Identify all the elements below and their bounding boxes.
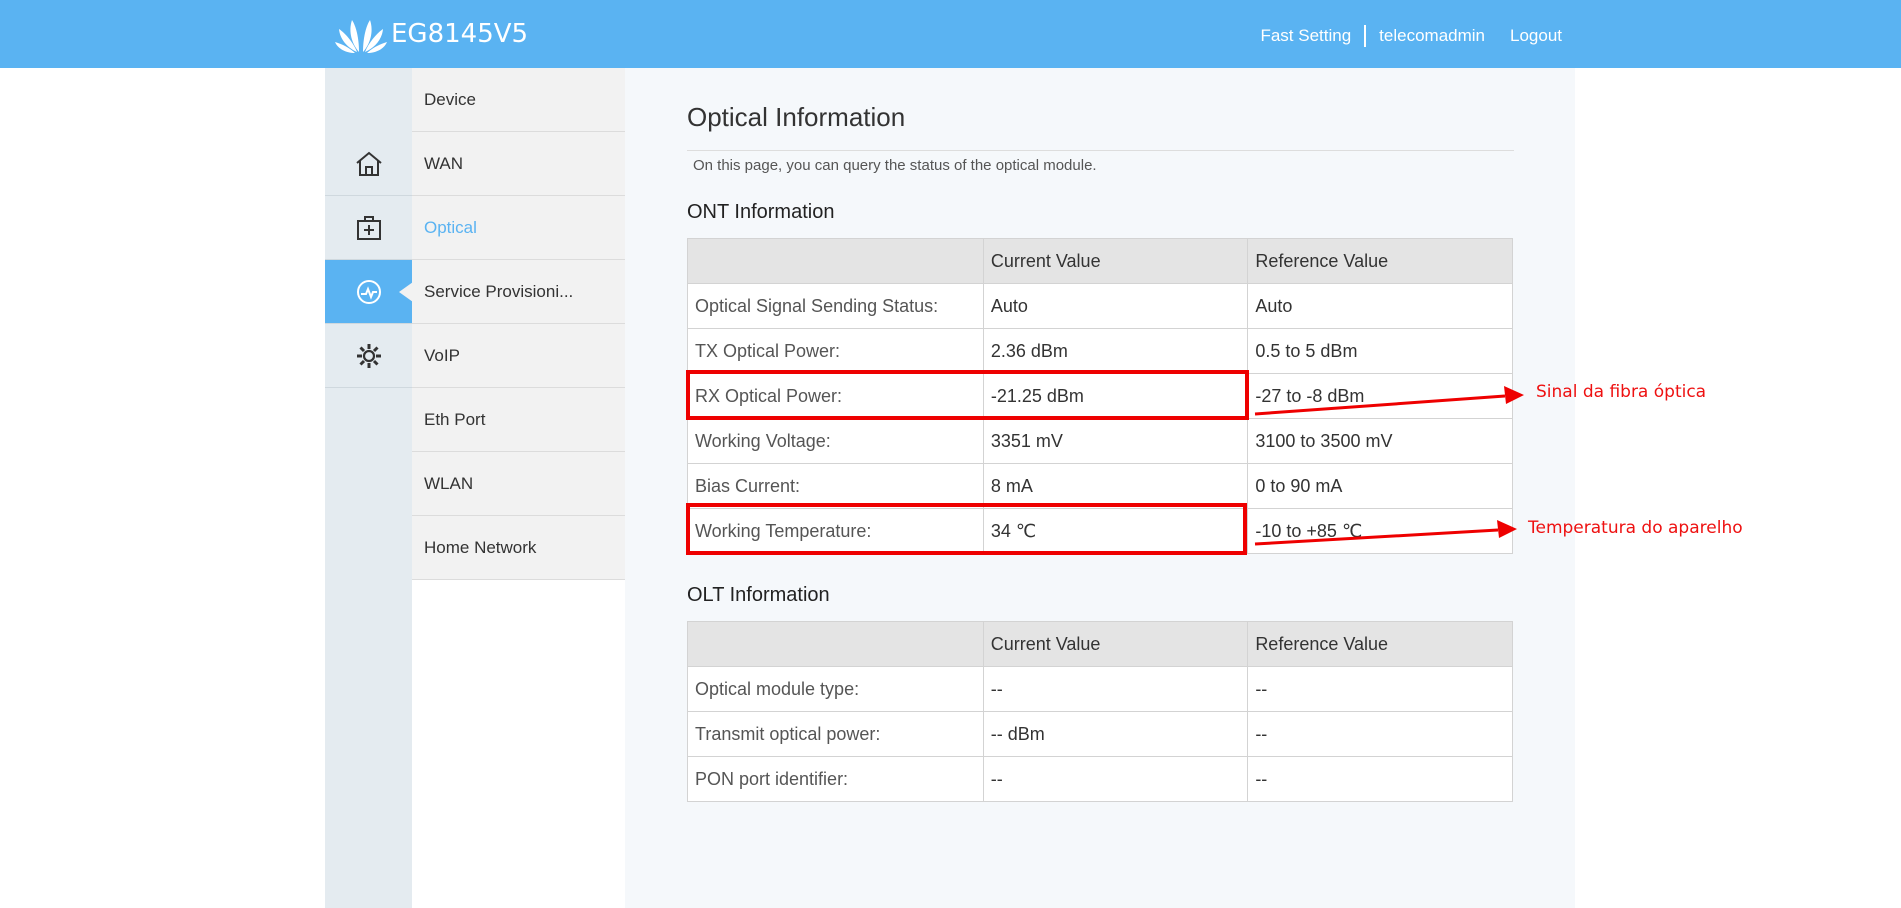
rx-power-highlight-box xyxy=(686,370,1249,420)
reference-value: Auto xyxy=(1247,283,1513,329)
active-pointer xyxy=(399,282,413,302)
reference-value: -- xyxy=(1247,756,1513,802)
rail-home[interactable] xyxy=(325,132,412,196)
table-row: TX Optical Power: 2.36 dBm 0.5 to 5 dBm xyxy=(687,328,1513,374)
top-nav: Fast Setting telecomadmin Logout xyxy=(1260,24,1562,48)
status-submenu: Device WAN Optical Service Provisioni...… xyxy=(412,68,625,908)
header-cell: Reference Value xyxy=(1247,621,1513,667)
submenu-item-device[interactable]: Device xyxy=(412,68,625,132)
reference-value: -27 to -8 dBm xyxy=(1247,373,1513,419)
rail-settings[interactable] xyxy=(325,324,412,388)
reference-value: -10 to +85 ℃ xyxy=(1247,508,1513,554)
submenu-item-service-provisioning[interactable]: Service Provisioni... xyxy=(412,260,625,324)
submenu-item-home-network[interactable]: Home Network xyxy=(412,516,625,580)
current-value: 3351 mV xyxy=(982,418,1249,464)
home-icon xyxy=(355,151,382,176)
page-description: On this page, you can query the status o… xyxy=(693,157,1097,174)
device-model-title: EG8145V5 xyxy=(391,19,529,49)
header-cell: Current Value xyxy=(982,238,1249,284)
reference-value: 3100 to 3500 mV xyxy=(1247,418,1513,464)
table-header-row: Current Value Reference Value xyxy=(687,621,1513,667)
table-row: Optical Signal Sending Status: Auto Auto xyxy=(687,283,1513,329)
row-label: Transmit optical power: xyxy=(687,711,984,757)
row-label: TX Optical Power: xyxy=(687,328,984,374)
reference-value: 0 to 90 mA xyxy=(1247,463,1513,509)
gear-icon xyxy=(356,343,381,368)
status-pulse-icon xyxy=(356,279,381,304)
nav-divider xyxy=(1364,25,1367,47)
reference-value: -- xyxy=(1247,711,1513,757)
current-value: Auto xyxy=(982,283,1249,329)
icon-rail xyxy=(325,68,413,908)
huawei-flower-logo-icon xyxy=(335,20,387,53)
header-cell xyxy=(687,238,984,284)
submenu-item-wan[interactable]: WAN xyxy=(412,132,625,196)
current-value: -- xyxy=(982,756,1249,802)
header-cell xyxy=(687,621,984,667)
rail-maintenance[interactable] xyxy=(325,196,412,260)
table-row: Working Voltage: 3351 mV 3100 to 3500 mV xyxy=(687,418,1513,464)
reference-value: -- xyxy=(1247,666,1513,712)
header-cell: Current Value xyxy=(982,621,1249,667)
signal-annotation-text: Sinal da fibra óptica xyxy=(1536,382,1707,402)
temperature-annotation-text: Temperatura do aparelho xyxy=(1528,518,1743,538)
top-bar: EG8145V5 Fast Setting telecomadmin Logou… xyxy=(0,0,1901,68)
ont-section-title: ONT Information xyxy=(687,201,835,223)
reference-value: 0.5 to 5 dBm xyxy=(1247,328,1513,374)
main-content: Optical Information On this page, you ca… xyxy=(625,68,1575,908)
table-row: Optical module type: -- -- xyxy=(687,666,1513,712)
submenu-item-voip[interactable]: VoIP xyxy=(412,324,625,388)
submenu-item-wlan[interactable]: WLAN xyxy=(412,452,625,516)
logout-link[interactable]: Logout xyxy=(1510,26,1562,46)
row-label: Working Voltage: xyxy=(687,418,984,464)
row-label: Optical Signal Sending Status: xyxy=(687,283,984,329)
row-label: Bias Current: xyxy=(687,463,984,509)
submenu-item-optical[interactable]: Optical xyxy=(412,196,625,260)
current-value: 8 mA xyxy=(982,463,1249,509)
header-cell: Reference Value xyxy=(1247,238,1513,284)
current-value: -- dBm xyxy=(982,711,1249,757)
table-row: PON port identifier: -- -- xyxy=(687,756,1513,802)
olt-section-title: OLT Information xyxy=(687,584,830,606)
username-label: telecomadmin xyxy=(1379,26,1485,45)
submenu-item-eth-port[interactable]: Eth Port xyxy=(412,388,625,452)
olt-info-table: Current Value Reference Value Optical mo… xyxy=(687,621,1513,802)
medical-kit-icon xyxy=(356,215,381,240)
table-header-row: Current Value Reference Value xyxy=(687,238,1513,284)
rail-status[interactable] xyxy=(325,260,413,324)
table-row: Transmit optical power: -- dBm -- xyxy=(687,711,1513,757)
table-row: Bias Current: 8 mA 0 to 90 mA xyxy=(687,463,1513,509)
current-value: 2.36 dBm xyxy=(982,328,1249,374)
fast-setting-link[interactable]: Fast Setting xyxy=(1260,26,1351,46)
page-title: Optical Information xyxy=(687,102,906,132)
row-label: PON port identifier: xyxy=(687,756,984,802)
temperature-highlight-box xyxy=(686,503,1247,555)
row-label: Optical module type: xyxy=(687,666,984,712)
current-value: -- xyxy=(982,666,1249,712)
title-divider xyxy=(687,150,1514,151)
